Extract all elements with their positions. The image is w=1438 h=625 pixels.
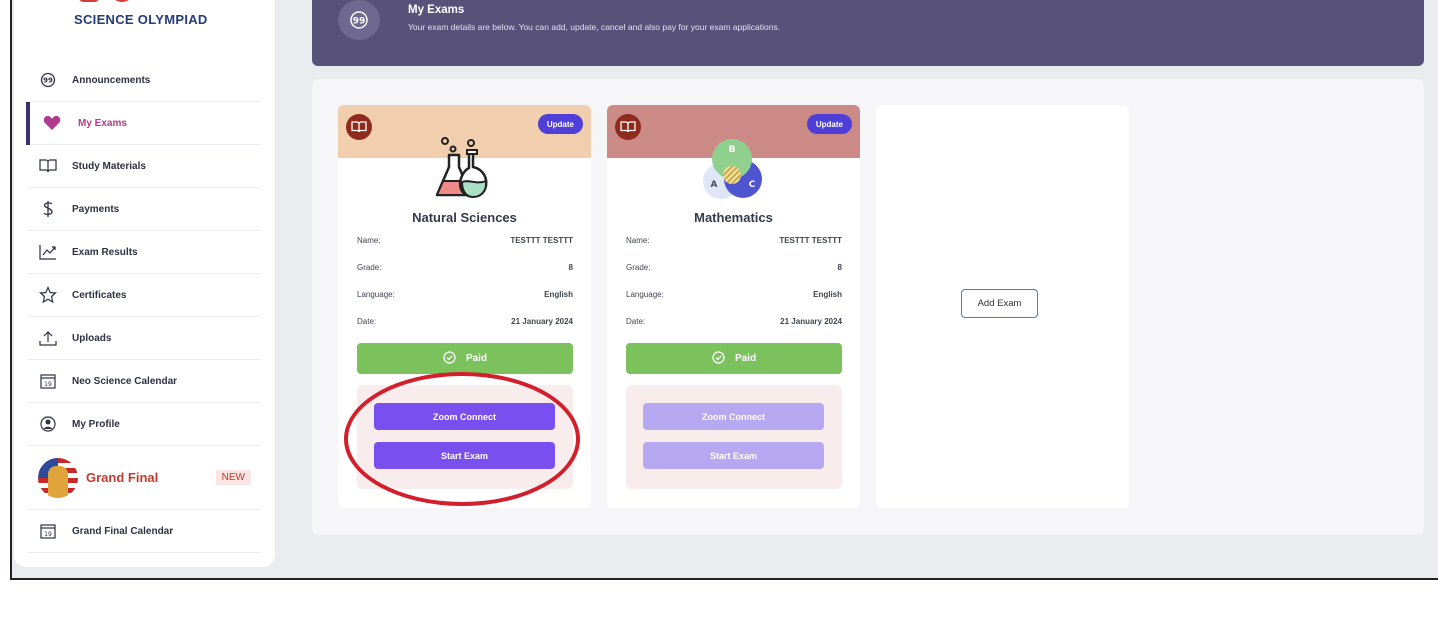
svg-text:A: A — [711, 180, 718, 190]
field-row: Grade: 8 — [626, 263, 842, 272]
sidebar-item-uploads[interactable]: Uploads — [28, 317, 261, 360]
svg-text:99: 99 — [43, 77, 53, 85]
calendar-icon: 19 — [38, 371, 58, 391]
add-exam-button[interactable]: Add Exam — [961, 289, 1038, 318]
zoom-connect-button[interactable]: Zoom Connect — [643, 403, 824, 430]
add-exam-card: Add Exam — [876, 105, 1129, 508]
field-row: Date: 21 January 2024 — [626, 317, 842, 326]
sidebar-item-label: Certificates — [72, 289, 127, 301]
book-icon — [346, 114, 372, 140]
sidebar-item-label: Announcements — [72, 74, 151, 86]
sidebar-item-grand-final-calendar[interactable]: 19 Grand Final Calendar — [28, 510, 261, 553]
sidebar-item-payments[interactable]: Payments — [28, 188, 261, 231]
svg-text:19: 19 — [44, 381, 52, 388]
grand-final-label: Grand Final — [86, 470, 159, 485]
exam-actions: Zoom Connect Start Exam — [626, 385, 842, 489]
quote-bubble-icon: 99 — [38, 70, 58, 90]
card-title: Natural Sciences — [412, 210, 517, 225]
trend-chart-icon — [38, 242, 58, 262]
grand-final-avatar — [38, 457, 78, 498]
calendar-icon: 19 — [38, 521, 58, 541]
sidebar-item-certificates[interactable]: Certificates — [28, 274, 261, 317]
sidebar-item-study-materials[interactable]: Study Materials — [28, 145, 261, 188]
paid-status: Paid — [357, 343, 573, 374]
svg-text:C: C — [749, 180, 756, 190]
sidebar-item-announcements[interactable]: 99 Announcements — [28, 59, 261, 102]
exam-card-mathematics: Update B A C Mathematics Name: TESTTT TES… — [607, 105, 860, 508]
sidebar: SCIENCE OLYMPIAD 99 Announcements My Exa… — [14, 0, 275, 567]
field-row: Language: English — [357, 290, 573, 299]
sidebar-nav: 99 Announcements My Exams Study Material… — [26, 59, 261, 553]
field-row: Date: 21 January 2024 — [357, 317, 573, 326]
sidebar-item-label: Exam Results — [72, 246, 138, 258]
card-title: Mathematics — [694, 210, 773, 225]
zoom-connect-button[interactable]: Zoom Connect — [374, 403, 555, 430]
start-exam-button[interactable]: Start Exam — [643, 442, 824, 469]
paid-status: Paid — [626, 343, 842, 374]
sidebar-item-label: Payments — [72, 203, 120, 215]
sidebar-item-neo-science-calendar[interactable]: 19 Neo Science Calendar — [28, 360, 261, 403]
update-button[interactable]: Update — [806, 114, 852, 134]
start-exam-button[interactable]: Start Exam — [374, 442, 555, 469]
field-row: Grade: 8 — [357, 263, 573, 272]
book-icon — [38, 156, 58, 176]
sidebar-item-label: My Exams — [78, 117, 127, 129]
sidebar-item-label: Neo Science Calendar — [72, 375, 178, 387]
sidebar-item-label: Study Materials — [72, 160, 146, 172]
book-icon — [615, 114, 641, 140]
page-title: My Exams — [408, 4, 465, 16]
neo-logo-mark — [76, 0, 216, 12]
exams-panel: Update Natural Sciences Name: TESTTT TEST… — [312, 79, 1424, 535]
venn-diagram-icon: B A C — [703, 139, 762, 199]
star-icon — [38, 285, 58, 305]
check-circle-icon — [712, 350, 725, 367]
sidebar-item-my-exams[interactable]: My Exams — [26, 102, 261, 145]
field-row: Name: TESTTT TESTTT — [357, 236, 573, 245]
dollar-icon — [38, 199, 58, 219]
svg-text:99: 99 — [353, 17, 366, 27]
field-row: Language: English — [626, 290, 842, 299]
quote-bubble-icon: 99 — [338, 0, 380, 40]
upload-icon — [38, 328, 58, 348]
science-flasks-icon — [435, 137, 488, 199]
page-header: 99 My Exams Your exam details are below.… — [312, 0, 1424, 66]
sidebar-item-my-profile[interactable]: My Profile — [28, 403, 261, 446]
exam-card-natural-sciences: Update Natural Sciences Name: TESTTT TEST… — [338, 105, 591, 508]
page-subtitle: Your exam details are below. You can add… — [408, 22, 781, 32]
sidebar-item-label: Grand Final Calendar — [72, 525, 174, 537]
sidebar-item-label: My Profile — [72, 418, 120, 430]
exam-actions: Zoom Connect Start Exam — [357, 385, 573, 489]
new-badge: NEW — [215, 470, 251, 485]
svg-text:B: B — [729, 145, 736, 155]
update-button[interactable]: Update — [537, 114, 583, 134]
logo-text: SCIENCE OLYMPIAD — [74, 12, 208, 27]
heart-icon — [42, 113, 62, 133]
field-row: Name: TESTTT TESTTT — [626, 236, 842, 245]
sidebar-item-label: Uploads — [72, 332, 112, 344]
user-circle-icon — [38, 414, 58, 434]
sidebar-item-grand-final[interactable]: Grand Final NEW — [28, 446, 261, 510]
svg-text:19: 19 — [44, 531, 52, 538]
check-circle-icon — [443, 350, 456, 367]
sidebar-item-exam-results[interactable]: Exam Results — [28, 231, 261, 274]
